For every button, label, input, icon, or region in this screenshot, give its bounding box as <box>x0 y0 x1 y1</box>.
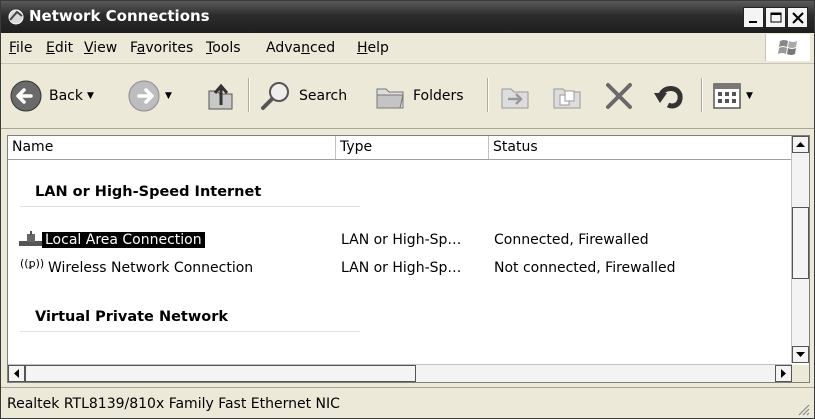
lan-connection-icon <box>18 231 44 253</box>
delete-button[interactable] <box>602 79 636 113</box>
menu-file[interactable]: File <box>9 40 32 56</box>
scroll-up-button[interactable] <box>792 136 809 153</box>
group-header-vpn: Virtual Private Network <box>35 309 228 325</box>
forward-button[interactable]: ▼ <box>127 79 172 113</box>
back-arrow-icon <box>10 80 42 112</box>
resize-grip-icon[interactable] <box>796 402 810 416</box>
forward-arrow-icon <box>128 80 160 112</box>
status-bar: Realtek RTL8139/810x Family Fast Etherne… <box>1 387 814 418</box>
network-connections-window: Network Connections File Edit View Favor… <box>0 0 815 419</box>
vertical-scrollbar[interactable] <box>791 136 809 363</box>
undo-icon <box>654 86 683 109</box>
views-dropdown-icon[interactable]: ▼ <box>746 91 753 101</box>
views-grid-icon <box>713 83 741 109</box>
windows-flag-icon <box>778 40 797 55</box>
wireless-connection-icon: ((ꝑ)) <box>20 257 45 270</box>
move-to-button[interactable] <box>498 79 532 113</box>
views-button[interactable]: ▼ <box>712 81 753 111</box>
list-item[interactable]: Local Area Connection LAN or High-Sp… Co… <box>8 229 792 253</box>
close-button[interactable] <box>787 7 808 28</box>
windows-logo-box <box>765 34 810 61</box>
back-label: Back <box>49 88 83 104</box>
toolbar: Back ▼ ▼ Search Folders ▼ <box>1 64 814 129</box>
scroll-right-button[interactable] <box>775 365 792 382</box>
folders-label: Folders <box>413 88 464 104</box>
forward-dropdown-icon[interactable]: ▼ <box>165 91 172 101</box>
connection-status: Not connected, Firewalled <box>494 260 676 276</box>
connection-status: Connected, Firewalled <box>494 232 649 248</box>
status-text: Realtek RTL8139/810x Family Fast Etherne… <box>7 396 340 412</box>
menu-view[interactable]: View <box>84 40 117 56</box>
menu-advanced[interactable]: Advanced <box>266 40 335 56</box>
minimize-button[interactable] <box>743 7 764 28</box>
title-bar[interactable]: Network Connections <box>1 1 814 33</box>
connection-name: Wireless Network Connection <box>48 260 254 276</box>
search-icon <box>261 82 289 110</box>
vertical-scroll-thumb[interactable] <box>792 207 809 279</box>
horizontal-scroll-thumb[interactable] <box>25 365 416 382</box>
maximize-button[interactable] <box>765 7 786 28</box>
connection-name: Local Area Connection <box>42 232 205 248</box>
up-folder-button[interactable] <box>204 79 238 113</box>
menu-bar: File Edit View Favorites Tools Advanced … <box>1 33 814 64</box>
group-divider <box>20 331 360 332</box>
menu-favorites[interactable]: Favorites <box>130 40 193 56</box>
column-type[interactable]: Type <box>336 136 489 159</box>
connection-type: LAN or High-Sp… <box>341 232 462 248</box>
scroll-down-button[interactable] <box>792 346 809 363</box>
delete-x-icon <box>606 83 632 109</box>
copy-to-icon <box>553 88 581 109</box>
undo-button[interactable] <box>652 79 686 113</box>
menu-edit[interactable]: Edit <box>46 40 73 56</box>
horizontal-scrollbar[interactable] <box>8 364 792 382</box>
move-to-icon <box>501 88 529 109</box>
search-button[interactable]: Search <box>259 79 347 113</box>
group-divider <box>20 206 360 207</box>
menu-tools[interactable]: Tools <box>206 40 241 56</box>
up-folder-icon <box>208 83 233 110</box>
search-label: Search <box>299 88 348 104</box>
folders-icon <box>376 88 404 109</box>
back-button[interactable]: Back ▼ <box>9 79 94 113</box>
scroll-left-button[interactable] <box>8 365 25 382</box>
column-status[interactable]: Status <box>489 136 792 159</box>
folders-button[interactable]: Folders <box>373 79 464 113</box>
list-item[interactable]: ((ꝑ)) Wireless Network Connection LAN or… <box>8 257 792 281</box>
window-title: Network Connections <box>29 7 210 25</box>
connections-list[interactable]: Name Type Status LAN or High-Speed Inter… <box>7 135 810 383</box>
column-header: Name Type Status <box>8 136 792 160</box>
connection-type: LAN or High-Sp… <box>341 260 462 276</box>
network-connections-icon <box>7 8 25 26</box>
column-name[interactable]: Name <box>8 136 336 159</box>
menu-help[interactable]: Help <box>357 40 389 56</box>
group-header-lan: LAN or High-Speed Internet <box>35 184 262 200</box>
copy-to-button[interactable] <box>550 79 584 113</box>
scroll-corner <box>792 365 809 382</box>
back-dropdown-icon[interactable]: ▼ <box>87 91 94 101</box>
